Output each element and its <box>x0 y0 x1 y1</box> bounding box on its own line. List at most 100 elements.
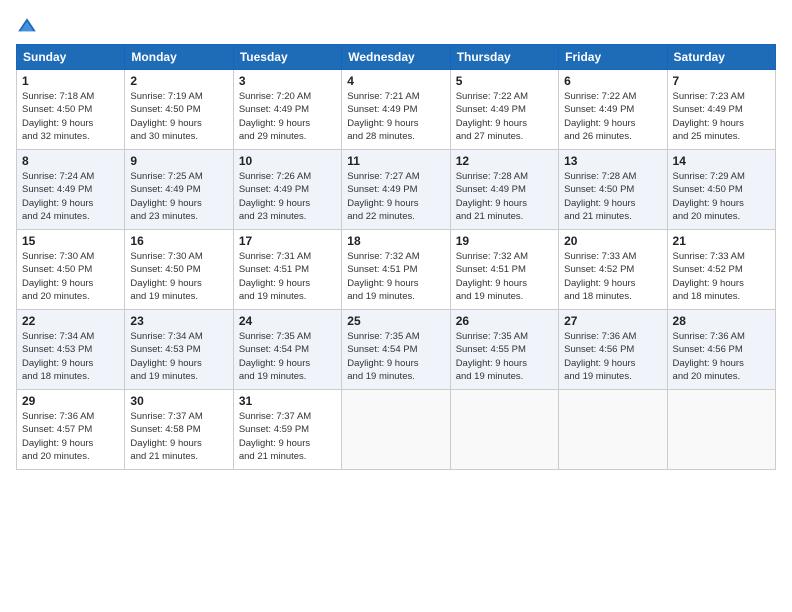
day-cell-12: 12 Sunrise: 7:28 AMSunset: 4:49 PMDayligh… <box>450 150 558 230</box>
calendar-week-3: 15 Sunrise: 7:30 AMSunset: 4:50 PMDayligh… <box>17 230 776 310</box>
day-number: 30 <box>130 394 227 408</box>
day-cell-27: 27 Sunrise: 7:36 AMSunset: 4:56 PMDayligh… <box>559 310 667 390</box>
day-cell-16: 16 Sunrise: 7:30 AMSunset: 4:50 PMDayligh… <box>125 230 233 310</box>
day-number: 29 <box>22 394 119 408</box>
day-number: 10 <box>239 154 336 168</box>
day-number: 23 <box>130 314 227 328</box>
day-detail: Sunrise: 7:25 AMSunset: 4:49 PMDaylight:… <box>130 170 227 223</box>
day-detail: Sunrise: 7:36 AMSunset: 4:56 PMDaylight:… <box>564 330 661 383</box>
col-header-wednesday: Wednesday <box>342 45 450 70</box>
day-number: 26 <box>456 314 553 328</box>
day-cell-10: 10 Sunrise: 7:26 AMSunset: 4:49 PMDayligh… <box>233 150 341 230</box>
day-number: 14 <box>673 154 770 168</box>
day-cell-15: 15 Sunrise: 7:30 AMSunset: 4:50 PMDayligh… <box>17 230 125 310</box>
day-number: 12 <box>456 154 553 168</box>
day-detail: Sunrise: 7:28 AMSunset: 4:50 PMDaylight:… <box>564 170 661 223</box>
day-number: 21 <box>673 234 770 248</box>
day-cell-25: 25Sunrise: 7:35 AMSunset: 4:54 PMDayligh… <box>342 310 450 390</box>
day-cell-3: 3 Sunrise: 7:20 AMSunset: 4:49 PMDaylight… <box>233 70 341 150</box>
day-detail: Sunrise: 7:33 AMSunset: 4:52 PMDaylight:… <box>673 250 770 303</box>
day-cell-8: 8Sunrise: 7:24 AMSunset: 4:49 PMDaylight… <box>17 150 125 230</box>
day-detail: Sunrise: 7:36 AMSunset: 4:57 PMDaylight:… <box>22 410 119 463</box>
day-cell-18: 18Sunrise: 7:32 AMSunset: 4:51 PMDayligh… <box>342 230 450 310</box>
calendar-header-row: SundayMondayTuesdayWednesdayThursdayFrid… <box>17 45 776 70</box>
day-cell-26: 26 Sunrise: 7:35 AMSunset: 4:55 PMDayligh… <box>450 310 558 390</box>
day-number: 16 <box>130 234 227 248</box>
day-cell-14: 14 Sunrise: 7:29 AMSunset: 4:50 PMDayligh… <box>667 150 775 230</box>
day-number: 20 <box>564 234 661 248</box>
day-cell-24: 24 Sunrise: 7:35 AMSunset: 4:54 PMDayligh… <box>233 310 341 390</box>
day-number: 4 <box>347 74 444 88</box>
day-number: 3 <box>239 74 336 88</box>
day-number: 15 <box>22 234 119 248</box>
day-cell-4: 4Sunrise: 7:21 AMSunset: 4:49 PMDaylight… <box>342 70 450 150</box>
day-cell-23: 23 Sunrise: 7:34 AMSunset: 4:53 PMDayligh… <box>125 310 233 390</box>
empty-cell <box>667 390 775 470</box>
day-cell-21: 21 Sunrise: 7:33 AMSunset: 4:52 PMDayligh… <box>667 230 775 310</box>
calendar-table: SundayMondayTuesdayWednesdayThursdayFrid… <box>16 44 776 470</box>
day-cell-6: 6 Sunrise: 7:22 AMSunset: 4:49 PMDaylight… <box>559 70 667 150</box>
day-detail: Sunrise: 7:23 AMSunset: 4:49 PMDaylight:… <box>673 90 770 143</box>
day-number: 19 <box>456 234 553 248</box>
day-detail: Sunrise: 7:30 AMSunset: 4:50 PMDaylight:… <box>130 250 227 303</box>
day-number: 1 <box>22 74 119 88</box>
day-cell-29: 29 Sunrise: 7:36 AMSunset: 4:57 PMDayligh… <box>17 390 125 470</box>
day-cell-30: 30 Sunrise: 7:37 AMSunset: 4:58 PMDayligh… <box>125 390 233 470</box>
day-detail: Sunrise: 7:33 AMSunset: 4:52 PMDaylight:… <box>564 250 661 303</box>
day-detail: Sunrise: 7:26 AMSunset: 4:49 PMDaylight:… <box>239 170 336 223</box>
day-number: 31 <box>239 394 336 408</box>
col-header-monday: Monday <box>125 45 233 70</box>
day-cell-28: 28 Sunrise: 7:36 AMSunset: 4:56 PMDayligh… <box>667 310 775 390</box>
day-detail: Sunrise: 7:28 AMSunset: 4:49 PMDaylight:… <box>456 170 553 223</box>
col-header-friday: Friday <box>559 45 667 70</box>
day-cell-5: 5 Sunrise: 7:22 AMSunset: 4:49 PMDaylight… <box>450 70 558 150</box>
col-header-saturday: Saturday <box>667 45 775 70</box>
calendar-week-4: 22 Sunrise: 7:34 AMSunset: 4:53 PMDayligh… <box>17 310 776 390</box>
day-number: 5 <box>456 74 553 88</box>
day-detail: Sunrise: 7:37 AMSunset: 4:58 PMDaylight:… <box>130 410 227 463</box>
day-detail: Sunrise: 7:27 AMSunset: 4:49 PMDaylight:… <box>347 170 444 223</box>
header <box>16 12 776 38</box>
day-cell-1: 1Sunrise: 7:18 AMSunset: 4:50 PMDaylight… <box>17 70 125 150</box>
day-cell-17: 17 Sunrise: 7:31 AMSunset: 4:51 PMDayligh… <box>233 230 341 310</box>
empty-cell <box>450 390 558 470</box>
day-detail: Sunrise: 7:30 AMSunset: 4:50 PMDaylight:… <box>22 250 119 303</box>
day-number: 17 <box>239 234 336 248</box>
col-header-thursday: Thursday <box>450 45 558 70</box>
page-container: SundayMondayTuesdayWednesdayThursdayFrid… <box>0 0 792 478</box>
day-number: 7 <box>673 74 770 88</box>
day-cell-13: 13Sunrise: 7:28 AMSunset: 4:50 PMDayligh… <box>559 150 667 230</box>
day-detail: Sunrise: 7:19 AMSunset: 4:50 PMDaylight:… <box>130 90 227 143</box>
day-number: 27 <box>564 314 661 328</box>
day-detail: Sunrise: 7:37 AMSunset: 4:59 PMDaylight:… <box>239 410 336 463</box>
calendar-week-2: 8Sunrise: 7:24 AMSunset: 4:49 PMDaylight… <box>17 150 776 230</box>
day-number: 11 <box>347 154 444 168</box>
day-detail: Sunrise: 7:34 AMSunset: 4:53 PMDaylight:… <box>130 330 227 383</box>
day-detail: Sunrise: 7:22 AMSunset: 4:49 PMDaylight:… <box>564 90 661 143</box>
day-detail: Sunrise: 7:35 AMSunset: 4:55 PMDaylight:… <box>456 330 553 383</box>
col-header-sunday: Sunday <box>17 45 125 70</box>
day-number: 24 <box>239 314 336 328</box>
calendar-week-5: 29 Sunrise: 7:36 AMSunset: 4:57 PMDayligh… <box>17 390 776 470</box>
day-detail: Sunrise: 7:32 AMSunset: 4:51 PMDaylight:… <box>347 250 444 303</box>
day-cell-11: 11 Sunrise: 7:27 AMSunset: 4:49 PMDayligh… <box>342 150 450 230</box>
day-cell-22: 22Sunrise: 7:34 AMSunset: 4:53 PMDayligh… <box>17 310 125 390</box>
day-detail: Sunrise: 7:20 AMSunset: 4:49 PMDaylight:… <box>239 90 336 143</box>
day-detail: Sunrise: 7:35 AMSunset: 4:54 PMDaylight:… <box>239 330 336 383</box>
day-number: 2 <box>130 74 227 88</box>
calendar-week-1: 1Sunrise: 7:18 AMSunset: 4:50 PMDaylight… <box>17 70 776 150</box>
empty-cell <box>559 390 667 470</box>
day-number: 22 <box>22 314 119 328</box>
col-header-tuesday: Tuesday <box>233 45 341 70</box>
day-cell-9: 9Sunrise: 7:25 AMSunset: 4:49 PMDaylight… <box>125 150 233 230</box>
day-number: 28 <box>673 314 770 328</box>
day-detail: Sunrise: 7:32 AMSunset: 4:51 PMDaylight:… <box>456 250 553 303</box>
day-cell-31: 31 Sunrise: 7:37 AMSunset: 4:59 PMDayligh… <box>233 390 341 470</box>
day-number: 25 <box>347 314 444 328</box>
day-detail: Sunrise: 7:36 AMSunset: 4:56 PMDaylight:… <box>673 330 770 383</box>
day-detail: Sunrise: 7:22 AMSunset: 4:49 PMDaylight:… <box>456 90 553 143</box>
day-number: 6 <box>564 74 661 88</box>
day-detail: Sunrise: 7:29 AMSunset: 4:50 PMDaylight:… <box>673 170 770 223</box>
day-detail: Sunrise: 7:31 AMSunset: 4:51 PMDaylight:… <box>239 250 336 303</box>
logo-icon <box>16 16 38 38</box>
